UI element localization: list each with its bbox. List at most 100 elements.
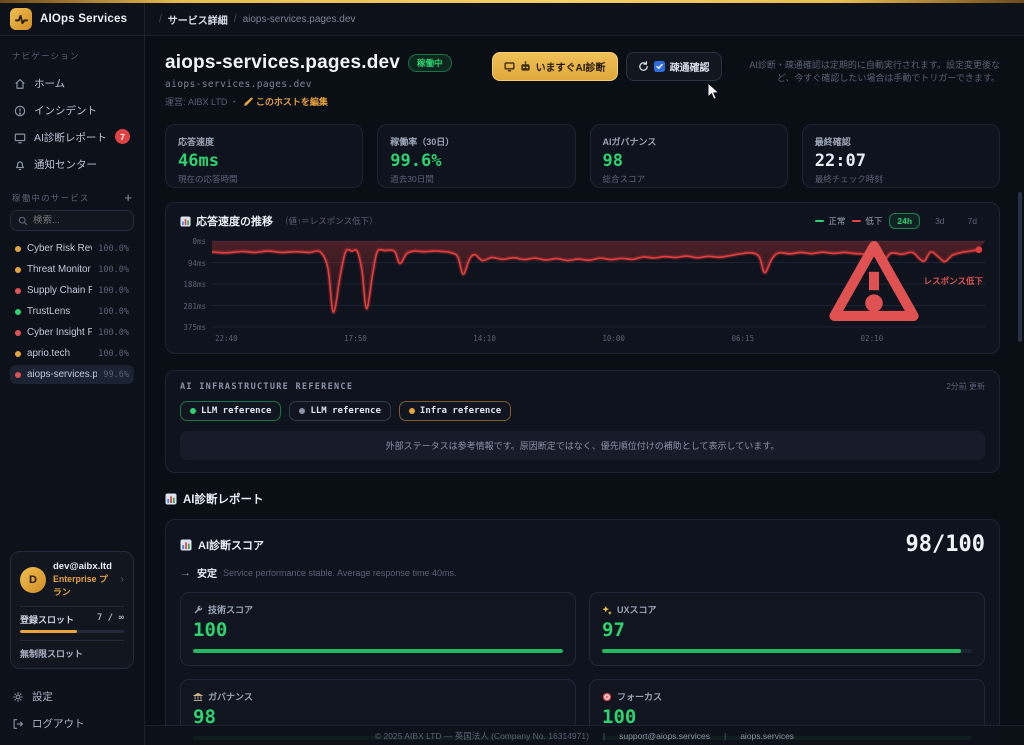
- building-icon: [193, 692, 203, 702]
- service-list-item[interactable]: Threat Monitor 100.0%: [10, 260, 134, 279]
- sparkles-icon: [602, 605, 612, 615]
- stat-card-uptime: 稼働率（30日） 99.6% 過去30日間: [377, 124, 575, 188]
- edit-host-link[interactable]: このホストを編集: [244, 95, 328, 108]
- notification-count-badge: 7: [115, 129, 130, 144]
- status-badge: 稼働中: [408, 54, 452, 72]
- sidebar-item-ai-report[interactable]: AI診断レポート 7: [10, 124, 134, 151]
- service-search[interactable]: [10, 210, 134, 231]
- pencil-icon: [244, 97, 253, 106]
- metric-progress-fill: [602, 649, 961, 653]
- app-logo[interactable]: AIOps Services: [0, 3, 145, 35]
- main-content: aiops-services.pages.dev 稼働中 aiops-servi…: [145, 36, 1024, 745]
- chart-title: 応答速度の推移: [196, 213, 273, 229]
- range-24h-button[interactable]: 24h: [889, 213, 920, 229]
- infra-note: 外部ステータスは参考情報です。原因断定ではなく、優先順位付けの補助として表示して…: [180, 431, 985, 460]
- status-dot: [15, 372, 21, 378]
- service-uptime: 100.0%: [98, 307, 129, 317]
- infra-heading: AI INFRASTRUCTURE REFERENCE: [180, 382, 353, 392]
- home-icon: [14, 78, 26, 90]
- stats-row: 応答速度 46ms 現在の応答時間 稼働率（30日） 99.6% 過去30日間 …: [165, 124, 1000, 188]
- service-uptime: 100.0%: [98, 265, 129, 275]
- user-card[interactable]: D dev@aibx.ltd Enterprise プラン › 登録スロット 7…: [10, 551, 134, 669]
- range-7d-button[interactable]: 7d: [960, 213, 985, 229]
- service-name: Supply Chain Report: [27, 285, 92, 296]
- slots-value: 7 / ∞: [97, 613, 124, 626]
- refresh-icon: [638, 61, 649, 72]
- bar-chart-icon: [180, 539, 192, 551]
- connectivity-check-button[interactable]: 疎通確認: [626, 52, 722, 81]
- add-service-button[interactable]: +: [124, 193, 132, 203]
- footer-copyright: © 2025 AIBX LTD — 英国法人 (Company No. 1631…: [375, 730, 589, 742]
- ai-score-card: AI診断スコア 98/100 → 安定 Service performance …: [165, 519, 1000, 745]
- wrench-icon: [193, 605, 203, 615]
- sidebar-item-notifications[interactable]: 通知センター: [10, 151, 134, 178]
- breadcrumb-host[interactable]: aiops-services.pages.dev: [243, 14, 356, 25]
- status-dot: [15, 351, 21, 357]
- breadcrumb-section[interactable]: サービス詳細: [168, 12, 228, 27]
- service-list-item-selected[interactable]: aiops-services.page… 99.6%: [10, 365, 134, 384]
- settings-label: 設定: [32, 689, 53, 704]
- nav-item-label: ホーム: [34, 76, 65, 91]
- service-list-item[interactable]: Supply Chain Report 100.0%: [10, 281, 134, 300]
- alert-circle-icon: [14, 105, 26, 117]
- infra-badge-llm-1[interactable]: LLM reference: [180, 401, 281, 421]
- slots-progress-fill: [20, 630, 77, 633]
- operator-label: 運営: AIBX LTD ・: [165, 95, 239, 108]
- breadcrumb-sep: /: [159, 14, 162, 25]
- legend-swatch-degraded: [852, 220, 861, 223]
- status-dot: [15, 267, 21, 273]
- logout-icon: [12, 718, 24, 730]
- service-name: Threat Monitor: [27, 264, 92, 275]
- avatar: D: [20, 567, 46, 593]
- monitor-icon: [504, 61, 515, 72]
- page-title: aiops-services.pages.dev: [165, 52, 400, 74]
- breadcrumb: / サービス詳細 / aiops-services.pages.dev: [145, 12, 355, 27]
- trend-label: 安定: [197, 565, 217, 580]
- status-dot: [299, 408, 305, 414]
- response-time-chart-card: 応答速度の推移 （値↑＝レスポンス低下） 正常 低下 24h 3d 7d: [165, 202, 1000, 354]
- metric-card-ux: UXスコア 97: [589, 592, 985, 666]
- run-ai-diagnosis-button[interactable]: いますぐAI診断: [492, 52, 618, 81]
- robot-icon: [520, 61, 531, 72]
- service-uptime: 100.0%: [98, 349, 129, 359]
- sidebar-item-incidents[interactable]: インシデント: [10, 97, 134, 124]
- service-list-item[interactable]: Cyber Insight Portal 100.0%: [10, 323, 134, 342]
- footer-support-email[interactable]: support@aiops.services: [619, 731, 710, 741]
- sidebar-item-home[interactable]: ホーム: [10, 70, 134, 97]
- nav-item-label: AI診断レポート: [34, 130, 107, 145]
- slots-progress: [20, 630, 124, 633]
- stat-card-governance: AIガバナンス 98 総合スコア: [590, 124, 788, 188]
- service-name: aprio.tech: [27, 348, 92, 359]
- status-dot: [190, 408, 196, 414]
- activity-icon: [10, 8, 32, 30]
- service-list-item[interactable]: TrustLens 100.0%: [10, 302, 134, 321]
- trend-arrow: →: [180, 567, 191, 579]
- response-degraded-alert: レスポンス低下: [828, 235, 983, 327]
- header-actions: いますぐAI診断 疎通確認: [492, 52, 722, 81]
- infra-badge-llm-2[interactable]: LLM reference: [289, 401, 390, 421]
- user-plan: Enterprise プラン: [53, 572, 114, 598]
- range-3d-button[interactable]: 3d: [927, 213, 952, 229]
- legend-swatch-normal: [815, 220, 824, 223]
- infra-reference-card: AI INFRASTRUCTURE REFERENCE 2分前 更新 LLM r…: [165, 370, 1000, 473]
- sidebar-item-logout[interactable]: ログアウト: [10, 710, 134, 737]
- service-uptime: 100.0%: [98, 286, 129, 296]
- infra-badge-infra[interactable]: Infra reference: [399, 401, 511, 421]
- service-uptime: 100.0%: [98, 328, 129, 338]
- service-list-item[interactable]: Cyber Risk Review 100.0%: [10, 239, 134, 258]
- logout-label: ログアウト: [32, 716, 85, 731]
- target-icon: [602, 692, 612, 702]
- host-subtitle: aiops-services.pages.dev: [165, 79, 452, 90]
- metric-progress-fill: [193, 649, 563, 653]
- service-list-item[interactable]: aprio.tech 100.0%: [10, 344, 134, 363]
- warning-triangle-icon: [828, 235, 920, 327]
- score-total: 98/100: [906, 532, 985, 557]
- search-input[interactable]: [33, 215, 123, 226]
- status-dot: [15, 330, 21, 336]
- app-title: AIOps Services: [40, 13, 127, 25]
- service-name: Cyber Insight Portal: [27, 327, 92, 338]
- infra-updated: 2分前 更新: [946, 381, 985, 392]
- scrollbar-thumb[interactable]: [1018, 192, 1022, 342]
- sidebar-item-settings[interactable]: 設定: [10, 683, 134, 710]
- footer-site-link[interactable]: aiops.services: [740, 731, 794, 741]
